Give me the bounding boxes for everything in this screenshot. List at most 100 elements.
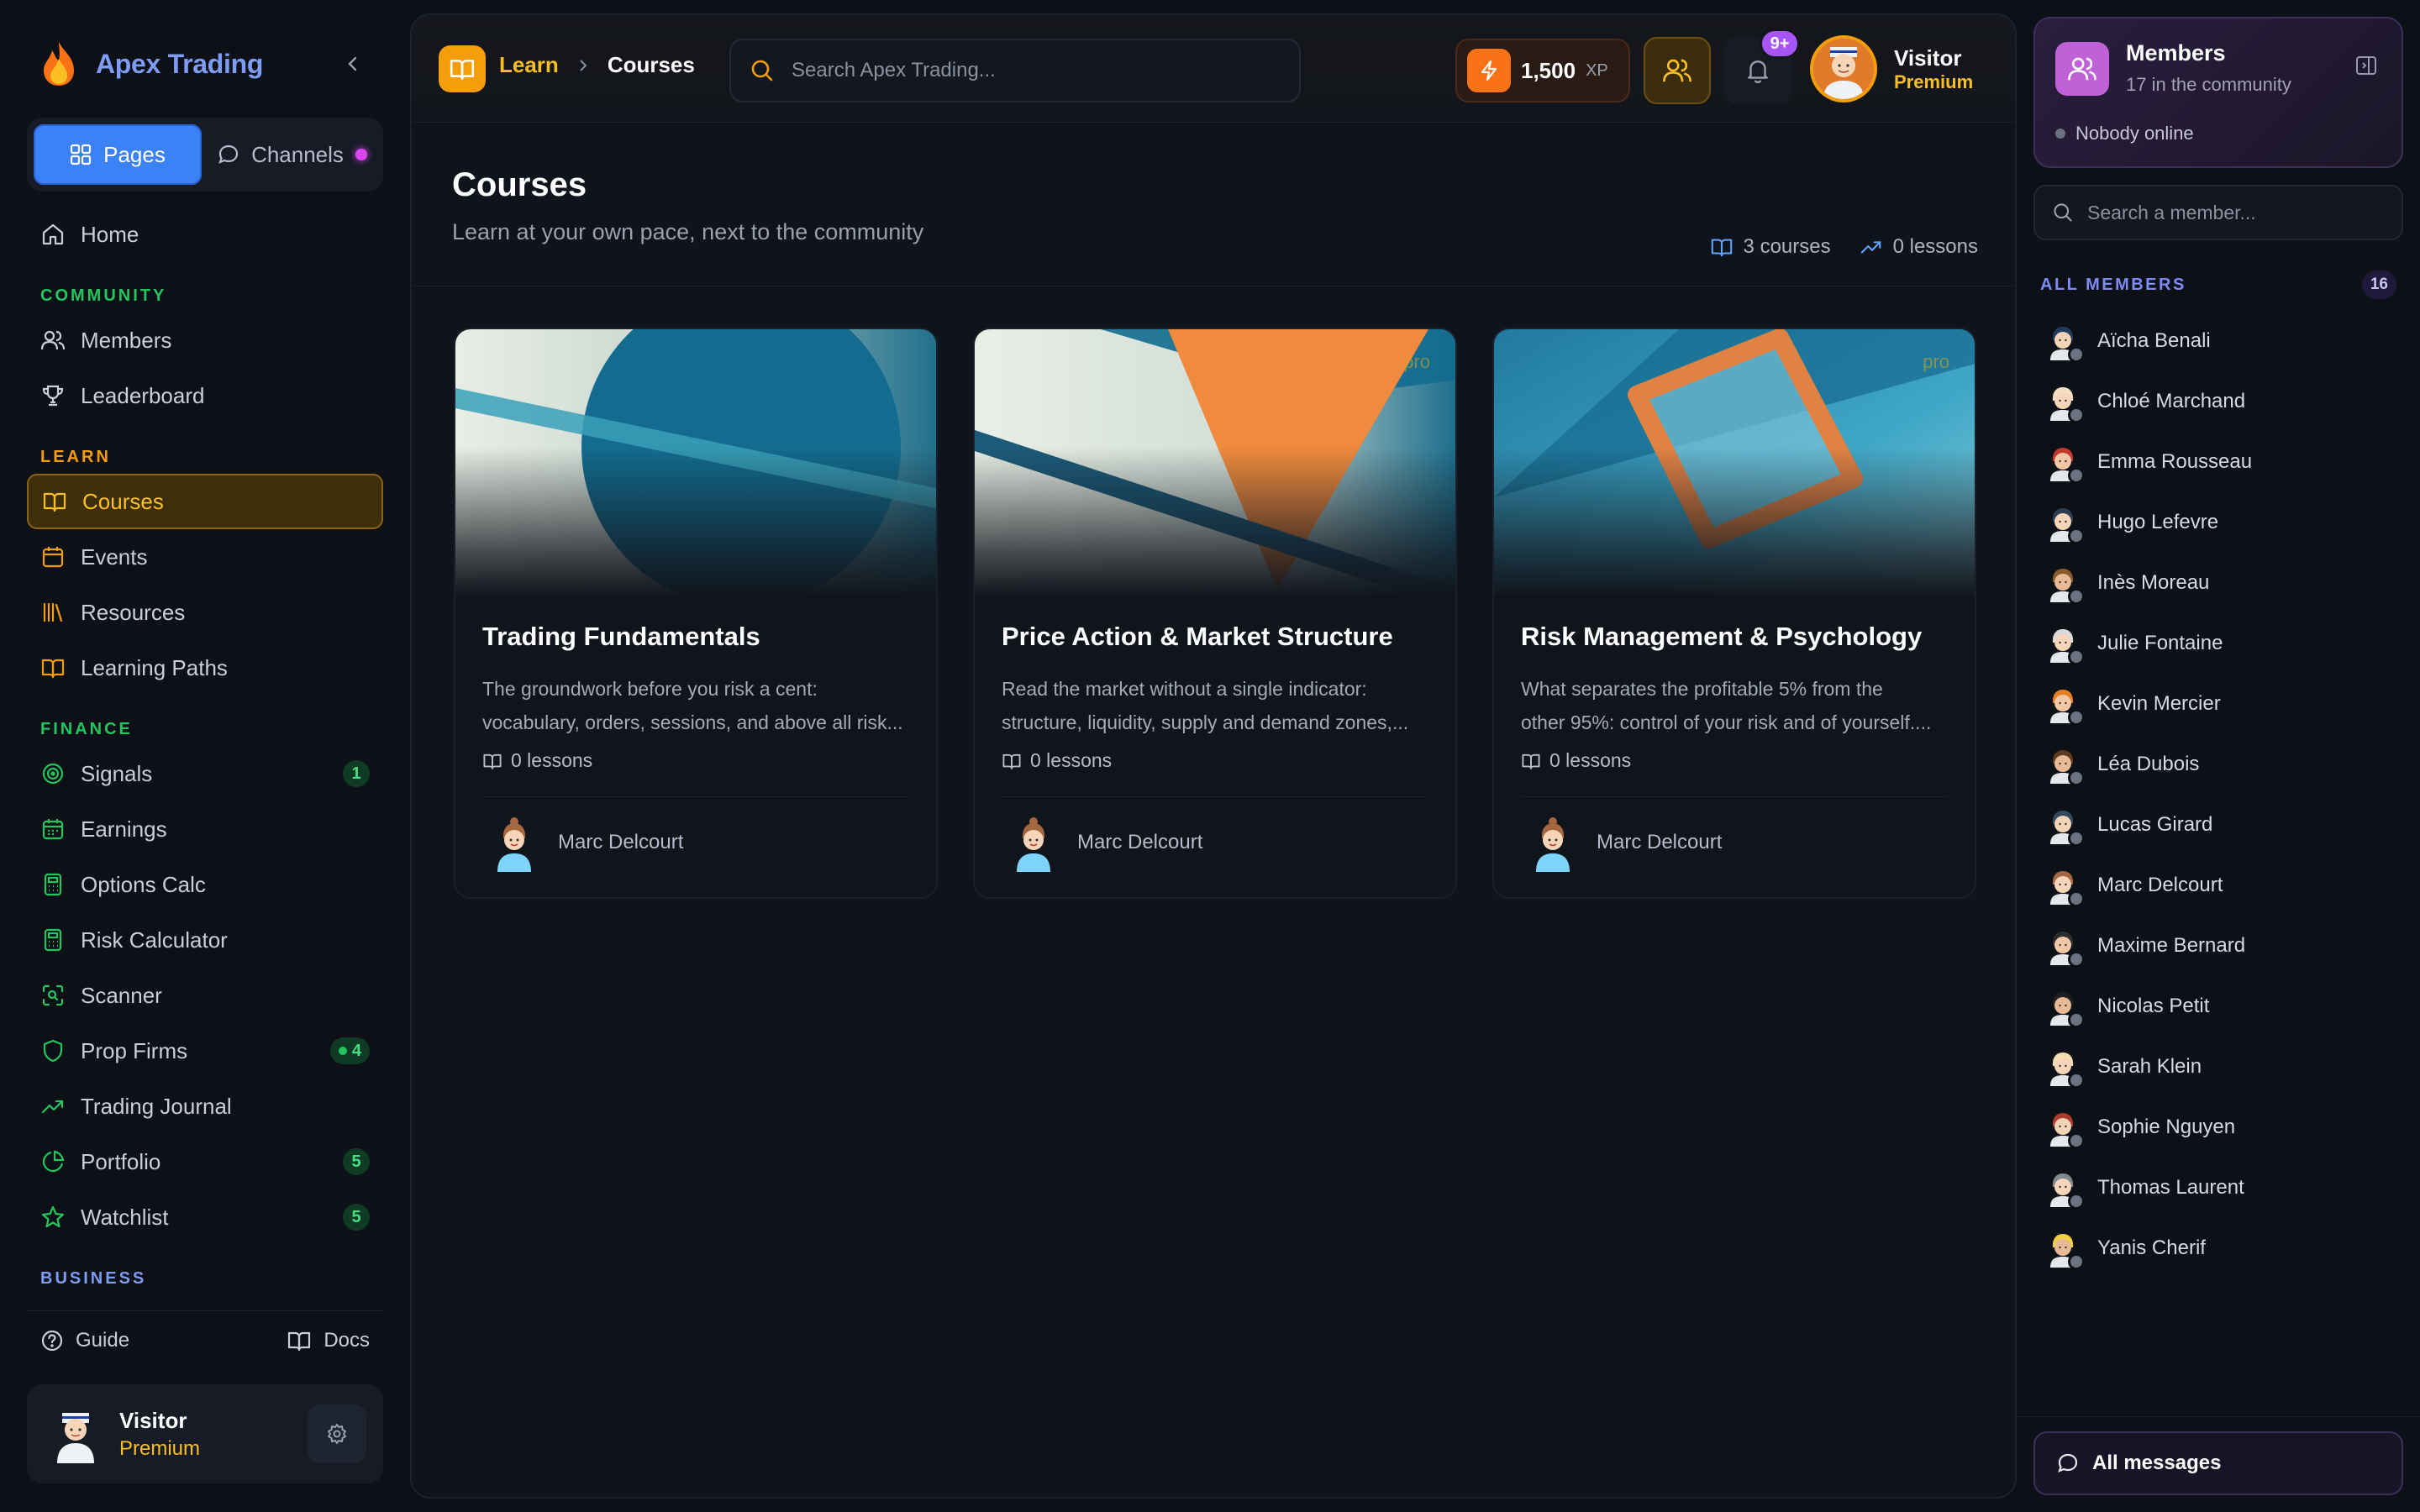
member-name: Sarah Klein	[2097, 1055, 2202, 1078]
portfolio-badge: 5	[343, 1148, 370, 1175]
sidebar-item-portfolio[interactable]: Portfolio 5	[27, 1134, 383, 1189]
course-card[interactable]: pro Price Action & Market Structure Read…	[973, 328, 1457, 899]
chevron-left-icon[interactable]	[336, 47, 370, 81]
lesson-count: 0 lessons	[482, 749, 592, 772]
prop-firms-badge: 4	[329, 1037, 370, 1064]
avatar	[489, 813, 539, 872]
member-item[interactable]: Thomas Laurent	[2033, 1158, 2403, 1218]
channels-tab[interactable]: Channels	[208, 124, 376, 185]
profile-name: Visitor	[1894, 45, 1962, 71]
member-search[interactable]	[2033, 185, 2403, 240]
lessons-count-label: 0 lessons	[1892, 235, 1978, 258]
presence-dot	[2068, 407, 2085, 423]
global-search[interactable]	[729, 39, 1301, 102]
sidebar-item-learning-paths[interactable]: Learning Paths	[27, 640, 383, 696]
sidebar-item-signals[interactable]: Signals 1	[27, 746, 383, 801]
book-open-icon	[1710, 235, 1733, 259]
course-card[interactable]: pro Risk Management & Psychology What se…	[1492, 328, 1976, 899]
all-messages-button[interactable]: All messages	[2033, 1431, 2403, 1495]
pages-tab[interactable]: Pages	[34, 124, 202, 185]
sidebar-item-resources[interactable]: Resources	[27, 585, 383, 640]
author-name: Marc Delcourt	[558, 831, 684, 853]
sidebar-item-label: Events	[81, 543, 148, 570]
avatar	[2044, 866, 2085, 907]
avatar	[2044, 503, 2085, 544]
member-name: Julie Fontaine	[2097, 632, 2223, 654]
xp-counter[interactable]: 1,500 XP	[1455, 39, 1630, 102]
search-input[interactable]	[792, 59, 1262, 82]
sidebar-item-trading-journal[interactable]: Trading Journal	[27, 1079, 383, 1134]
page-header: Courses Learn at your own pace, next to …	[452, 166, 1978, 258]
trophy-icon	[40, 383, 66, 408]
online-status: Nobody online	[2055, 123, 2194, 144]
members-title: Members	[2126, 40, 2226, 66]
grid-icon	[70, 144, 92, 165]
help-circle-icon	[40, 1329, 64, 1352]
member-search-input[interactable]	[2087, 201, 2385, 224]
members-header: Members 17 in the community Nobody onlin…	[2033, 17, 2403, 168]
member-item[interactable]: Aïcha Benali	[2033, 311, 2403, 371]
member-item[interactable]: Yanis Cherif	[2033, 1218, 2403, 1278]
search-icon	[750, 58, 775, 83]
description-line: other 95%: control of your risk and of y…	[1521, 711, 1932, 733]
radar-icon	[40, 761, 66, 786]
trending-up-icon	[1860, 235, 1883, 259]
member-item[interactable]: Kevin Mercier	[2033, 674, 2403, 734]
breadcrumb-learn[interactable]: Learn	[499, 52, 559, 78]
learn-section-button[interactable]	[439, 45, 486, 92]
member-item[interactable]: Emma Rousseau	[2033, 432, 2403, 492]
sidebar-item-members[interactable]: Members	[27, 312, 383, 368]
sidebar-item-prop-firms[interactable]: Prop Firms 4	[27, 1023, 383, 1079]
member-item[interactable]: Léa Dubois	[2033, 734, 2403, 795]
lesson-count-label: 0 lessons	[1549, 749, 1632, 771]
sidebar-item-watchlist[interactable]: Watchlist 5	[27, 1189, 383, 1245]
brand[interactable]: Apex Trading	[40, 34, 263, 94]
sidebar-item-label: Trading Journal	[81, 1093, 232, 1119]
calculator-icon	[40, 872, 66, 897]
divider	[482, 796, 909, 797]
sidebar-item-scanner[interactable]: Scanner	[27, 968, 383, 1023]
users-icon	[40, 328, 66, 353]
avatar	[2044, 987, 2085, 1028]
member-item[interactable]: Sarah Klein	[2033, 1037, 2403, 1097]
sidebar-item-risk-calculator[interactable]: Risk Calculator	[27, 912, 383, 968]
avatar	[2044, 806, 2085, 847]
guide-link[interactable]: Guide	[40, 1329, 129, 1352]
members-toggle-button[interactable]	[1644, 37, 1711, 104]
member-item[interactable]: Maxime Bernard	[2033, 916, 2403, 976]
course-description: Read the market without a single indicat…	[1002, 672, 1432, 739]
sidebar-item-options-calc[interactable]: Options Calc	[27, 857, 383, 912]
member-item[interactable]: Chloé Marchand	[2033, 371, 2403, 432]
sidebar-item-earnings[interactable]: Earnings	[27, 801, 383, 857]
course-description: The groundwork before you risk a cent: vo…	[482, 672, 913, 739]
course-author: Marc Delcourt	[1528, 813, 1722, 872]
docs-link[interactable]: Docs	[287, 1328, 370, 1353]
description-line: The groundwork before you risk a cent:	[482, 678, 818, 700]
course-card[interactable]: Trading Fundamentals The groundwork befo…	[454, 328, 938, 899]
member-item[interactable]: Marc Delcourt	[2033, 855, 2403, 916]
avatar	[2044, 1229, 2085, 1270]
lessons-count: 0 lessons	[1860, 235, 1978, 259]
panel-collapse-icon[interactable]	[2354, 54, 2378, 77]
sidebar-item-leaderboard[interactable]: Leaderboard	[27, 368, 383, 423]
member-item[interactable]: Julie Fontaine	[2033, 613, 2403, 674]
profile-menu[interactable]: Visitor Premium	[1810, 35, 1973, 102]
gear-icon	[326, 1423, 348, 1445]
sidebar-item-label: Portfolio	[81, 1148, 161, 1174]
sidebar-item-home[interactable]: Home	[27, 207, 383, 262]
chevron-right-icon	[577, 57, 589, 74]
member-item[interactable]: Sophie Nguyen	[2033, 1097, 2403, 1158]
sidebar-item-events[interactable]: Events	[27, 529, 383, 585]
live-dot	[338, 1047, 347, 1055]
sidebar-item-label: Leaderboard	[81, 382, 205, 408]
library-icon	[40, 600, 66, 625]
member-item[interactable]: Hugo Lefevre	[2033, 492, 2403, 553]
member-item[interactable]: Lucas Girard	[2033, 795, 2403, 855]
settings-button[interactable]	[308, 1404, 366, 1463]
sidebar-item-courses[interactable]: Courses	[27, 474, 383, 529]
member-list: Aïcha Benali Chloé Marchand Emma Rousseau H…	[2033, 311, 2403, 1278]
member-item[interactable]: Inès Moreau	[2033, 553, 2403, 613]
member-item[interactable]: Nicolas Petit	[2033, 976, 2403, 1037]
star-icon	[40, 1205, 66, 1230]
user-card[interactable]: Visitor Premium	[27, 1384, 383, 1483]
